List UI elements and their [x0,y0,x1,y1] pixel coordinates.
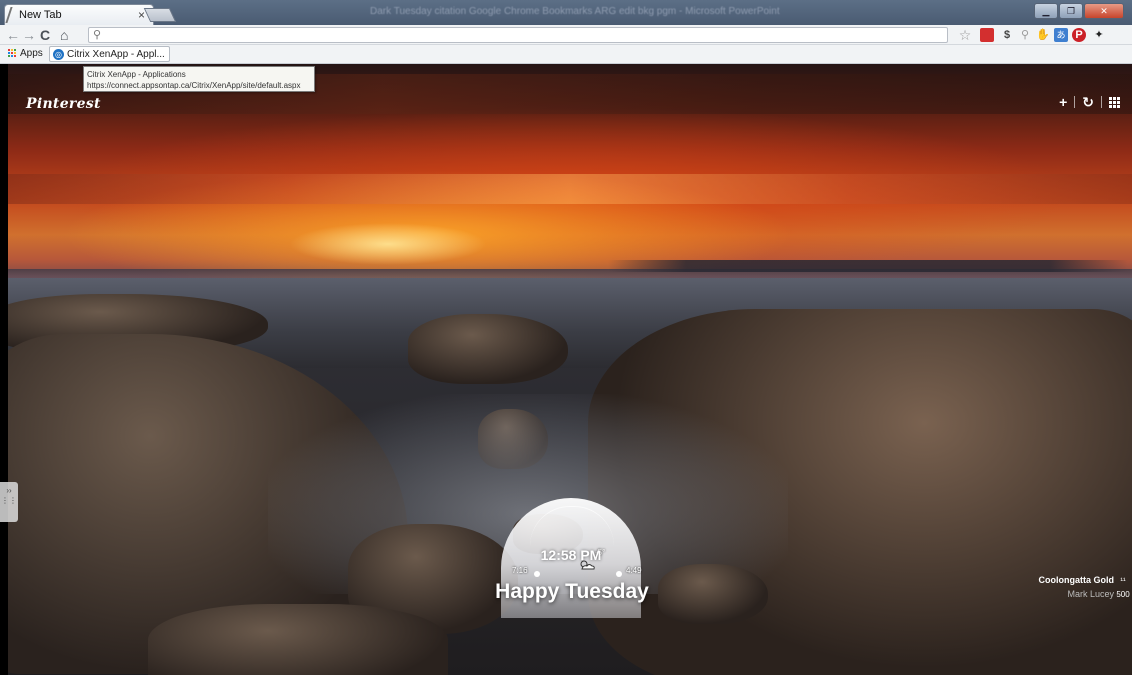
500px-icon[interactable]: 500 [1116,588,1130,602]
rock [408,314,568,384]
refresh-icon[interactable]: ↻ [1082,94,1094,110]
distant-city [608,260,1128,272]
window-controls: ▁ ❐ ✕ [1034,3,1124,19]
restore-button[interactable]: ❐ [1059,3,1083,19]
tab-title: New Tab [19,9,62,21]
pin-grey-icon[interactable]: ⚲ [1018,28,1032,42]
window-title: Dark Tuesday citation Google Chrome Book… [370,6,780,17]
hand-icon[interactable]: ✋ [1036,28,1050,42]
tab-favicon-icon [5,7,16,23]
photo-credit-icons: ¹¹ 500 [1116,574,1130,602]
sunrise-dot [534,571,540,577]
star-icon[interactable]: ☆ [958,28,972,42]
feather-icon[interactable]: ✦ [1092,28,1106,42]
minimize-button[interactable]: ▁ [1034,3,1058,19]
forward-arrow-icon[interactable]: → [22,27,36,43]
rock [148,604,448,675]
close-window-button[interactable]: ✕ [1084,3,1124,19]
expand-icon: ›› [6,486,12,495]
pinterest-icon[interactable]: P [1072,28,1086,42]
bookmark-red-icon[interactable] [980,28,994,42]
drag-handle-icon: ⋮⋮ [1,496,17,505]
reload-icon[interactable]: C [40,27,50,43]
address-bar[interactable]: ⚲ [88,27,948,43]
apps-grid-icon [8,49,17,58]
tab-new-tab[interactable]: New Tab × [4,4,154,25]
apps-label: Apps [20,48,43,59]
search-icon: ⚲ [93,29,102,41]
attribution-icon: ¹¹ [1120,576,1126,585]
window-titlebar: New Tab × Dark Tuesday citation Google C… [0,0,1132,25]
home-icon[interactable]: ⌂ [60,27,68,43]
top-actions: + ↻ [1059,94,1120,110]
apps-grid-icon[interactable] [1109,96,1120,108]
apps-shortcut[interactable]: Apps [8,48,43,59]
new-tab-button[interactable] [143,8,177,22]
browser-toolbar: ← → C ⌂ ⚲ ☆ $ ⚲ ✋ あ P ✦ [0,25,1132,45]
bookmarks-bar: Apps ◎ Citrix XenApp - Appl... [0,45,1132,64]
bookmark-label: Citrix XenApp - Appl... [67,48,165,60]
tooltip-url: https://connect.appsontap.ca/Citrix/XenA… [87,81,301,90]
pinterest-logo[interactable]: Pinterest [26,96,101,112]
add-pin-button[interactable]: + [1059,94,1067,110]
back-arrow-icon[interactable]: ← [6,27,20,43]
dollar-icon[interactable]: $ [1000,28,1014,42]
translate-icon[interactable]: あ [1054,28,1068,42]
sunset-dot [616,571,622,577]
bookmark-citrix[interactable]: ◎ Citrix XenApp - Appl... [49,46,170,62]
photo-author[interactable]: Mark Lucey [1067,589,1114,599]
greeting: Happy Tuesday [495,580,649,603]
clock-time: 12:58 PM [540,547,602,563]
cloud-band [8,174,1132,204]
bookmark-tooltip: Citrix XenApp - Applications https://con… [83,66,315,92]
address-input[interactable] [107,28,937,42]
divider [1101,96,1102,108]
side-panel-toggle[interactable]: ›› ⋮⋮ [0,482,18,522]
divider [1074,96,1076,108]
photo-location[interactable]: Coolongatta Gold [1039,575,1115,585]
sunrise-time: 7:16 [512,566,528,575]
tooltip-title: Citrix XenApp - Applications [87,70,186,79]
citrix-icon: ◎ [53,48,64,60]
sunset-time: 4:49 [626,566,642,575]
